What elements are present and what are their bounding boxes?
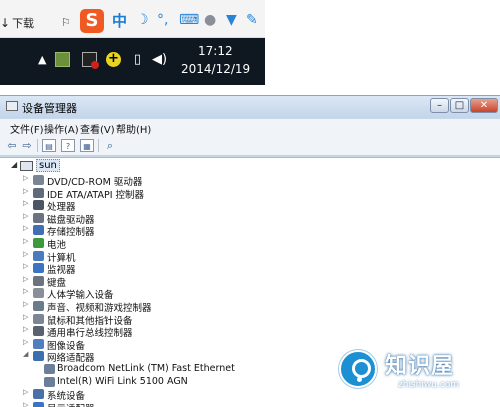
sogou-logo-icon[interactable]: S <box>80 9 104 33</box>
expand-arrow-icon[interactable]: ▷ <box>23 300 28 308</box>
expand-arrow-icon[interactable]: ▷ <box>23 237 28 245</box>
shirt-icon[interactable]: ▼ <box>226 12 237 28</box>
add-tray-icon[interactable]: + <box>106 52 121 67</box>
title-bar[interactable]: 设备管理器 – □ ✕ <box>0 96 500 118</box>
user-icon[interactable]: ● <box>204 12 216 28</box>
menu-bar: 文件(F) 操作(A) 查看(V) 帮助(H) <box>0 119 500 136</box>
forward-icon[interactable]: ⇨ <box>20 139 34 152</box>
clock-time[interactable]: 17:12 <box>198 44 233 58</box>
clock-date[interactable]: 2014/12/19 <box>181 62 250 76</box>
expand-arrow-icon[interactable]: ▷ <box>23 275 28 283</box>
expand-arrow-icon[interactable]: ▷ <box>23 338 28 346</box>
menu-action[interactable]: 操作(A) <box>44 121 79 136</box>
expand-arrow-icon[interactable]: ▷ <box>23 224 28 232</box>
power-icon[interactable]: ▯ <box>130 52 145 67</box>
ide-controller-icon <box>33 187 44 198</box>
download-arrow-icon: ↓ <box>0 16 11 30</box>
download-text: 下载 <box>12 17 35 30</box>
watermark-url: zhishiwu.com <box>398 380 459 390</box>
flag-icon[interactable]: ⚐ <box>61 16 71 29</box>
monitor-icon <box>33 263 44 274</box>
expand-arrow-icon[interactable]: ▷ <box>23 287 28 295</box>
watermark-name: 知识屋 <box>385 354 455 379</box>
keyboard-icon[interactable]: ⌨ <box>179 12 199 28</box>
taskbar: ▲ + ▯ ◀) 17:12 2014/12/19 <box>0 38 265 85</box>
ime-language-toggle[interactable]: 中 <box>112 10 127 31</box>
expand-arrow-icon[interactable]: ▷ <box>23 199 28 207</box>
network-card-icon <box>44 364 55 374</box>
app-tray-icon[interactable] <box>55 52 70 67</box>
usb-icon <box>33 326 44 337</box>
computer-icon <box>33 250 44 261</box>
system-device-icon <box>33 389 44 400</box>
maximize-button[interactable]: □ <box>450 98 469 113</box>
expand-arrow-icon[interactable]: ▷ <box>23 174 28 182</box>
expand-arrow-icon[interactable]: ▷ <box>23 212 28 220</box>
minimize-button[interactable]: – <box>430 98 449 113</box>
menu-file[interactable]: 文件(F) <box>10 121 44 136</box>
mouse-icon <box>33 313 44 324</box>
toolbar: ⇦ ⇨ ▤ ? ▦ ⌕ <box>0 136 500 156</box>
processor-icon <box>33 200 44 211</box>
properties-icon[interactable]: ▤ <box>42 139 56 152</box>
toolbar-separator <box>37 139 38 152</box>
display-adapter-icon <box>33 401 44 407</box>
back-icon[interactable]: ⇦ <box>5 139 19 152</box>
hid-icon <box>33 288 44 299</box>
menu-help[interactable]: 帮助(H) <box>116 121 151 136</box>
moon-icon[interactable]: ☽ <box>136 12 149 28</box>
show-hide-tree-icon[interactable]: ▦ <box>80 139 94 152</box>
keyboard-device-icon <box>33 275 44 286</box>
wrench-icon[interactable]: ✎ <box>246 12 258 28</box>
expand-arrow-icon[interactable]: ▷ <box>23 313 28 321</box>
storage-controller-icon <box>33 225 44 236</box>
network-adapter-icon <box>33 351 44 362</box>
dvd-icon <box>33 175 44 185</box>
show-hidden-icons-button[interactable]: ▲ <box>38 53 46 66</box>
help-icon[interactable]: ? <box>61 139 75 152</box>
expand-arrow-icon[interactable]: ▷ <box>23 262 28 270</box>
window-title: 设备管理器 <box>22 102 77 115</box>
close-button[interactable]: ✕ <box>470 98 498 113</box>
expand-arrow-icon[interactable]: ▷ <box>23 388 28 396</box>
device-label: Broadcom NetLink (TM) Fast Ethernet <box>57 363 235 374</box>
network-status-icon[interactable] <box>82 52 99 69</box>
imaging-device-icon <box>33 338 44 349</box>
download-label[interactable]: ↓ 下载 <box>0 15 34 31</box>
lightbulb-logo-icon <box>339 350 377 388</box>
computer-icon <box>20 161 33 171</box>
device-label: Intel(R) WiFi Link 5100 AGN <box>57 375 188 387</box>
toolbar-separator <box>98 139 99 152</box>
menu-view[interactable]: 查看(V) <box>80 121 115 136</box>
punctuation-icon[interactable]: °, <box>157 12 168 28</box>
root-label: sun <box>36 159 60 172</box>
sound-icon <box>33 301 44 311</box>
ime-toolbar: ↓ 下载 ⚐ S 中 ☽ °, ⌨ ● ▼ ✎ <box>0 0 265 38</box>
scan-hardware-icon[interactable]: ⌕ <box>103 139 117 152</box>
network-card-icon <box>44 376 55 387</box>
collapse-arrow-icon[interactable]: ◢ <box>11 160 17 169</box>
blank-area <box>265 0 500 85</box>
expand-arrow-icon[interactable]: ▷ <box>23 250 28 258</box>
expand-arrow-icon[interactable]: ▷ <box>23 401 28 407</box>
device-label: 显示适配器 <box>47 401 95 407</box>
expand-arrow-icon[interactable]: ▷ <box>23 187 28 195</box>
collapse-arrow-icon[interactable]: ◢ <box>23 350 28 358</box>
volume-icon[interactable]: ◀) <box>152 52 167 67</box>
device-manager-icon <box>6 101 18 111</box>
disk-drive-icon <box>33 212 44 223</box>
expand-arrow-icon[interactable]: ▷ <box>23 325 28 333</box>
battery-icon <box>33 238 44 248</box>
